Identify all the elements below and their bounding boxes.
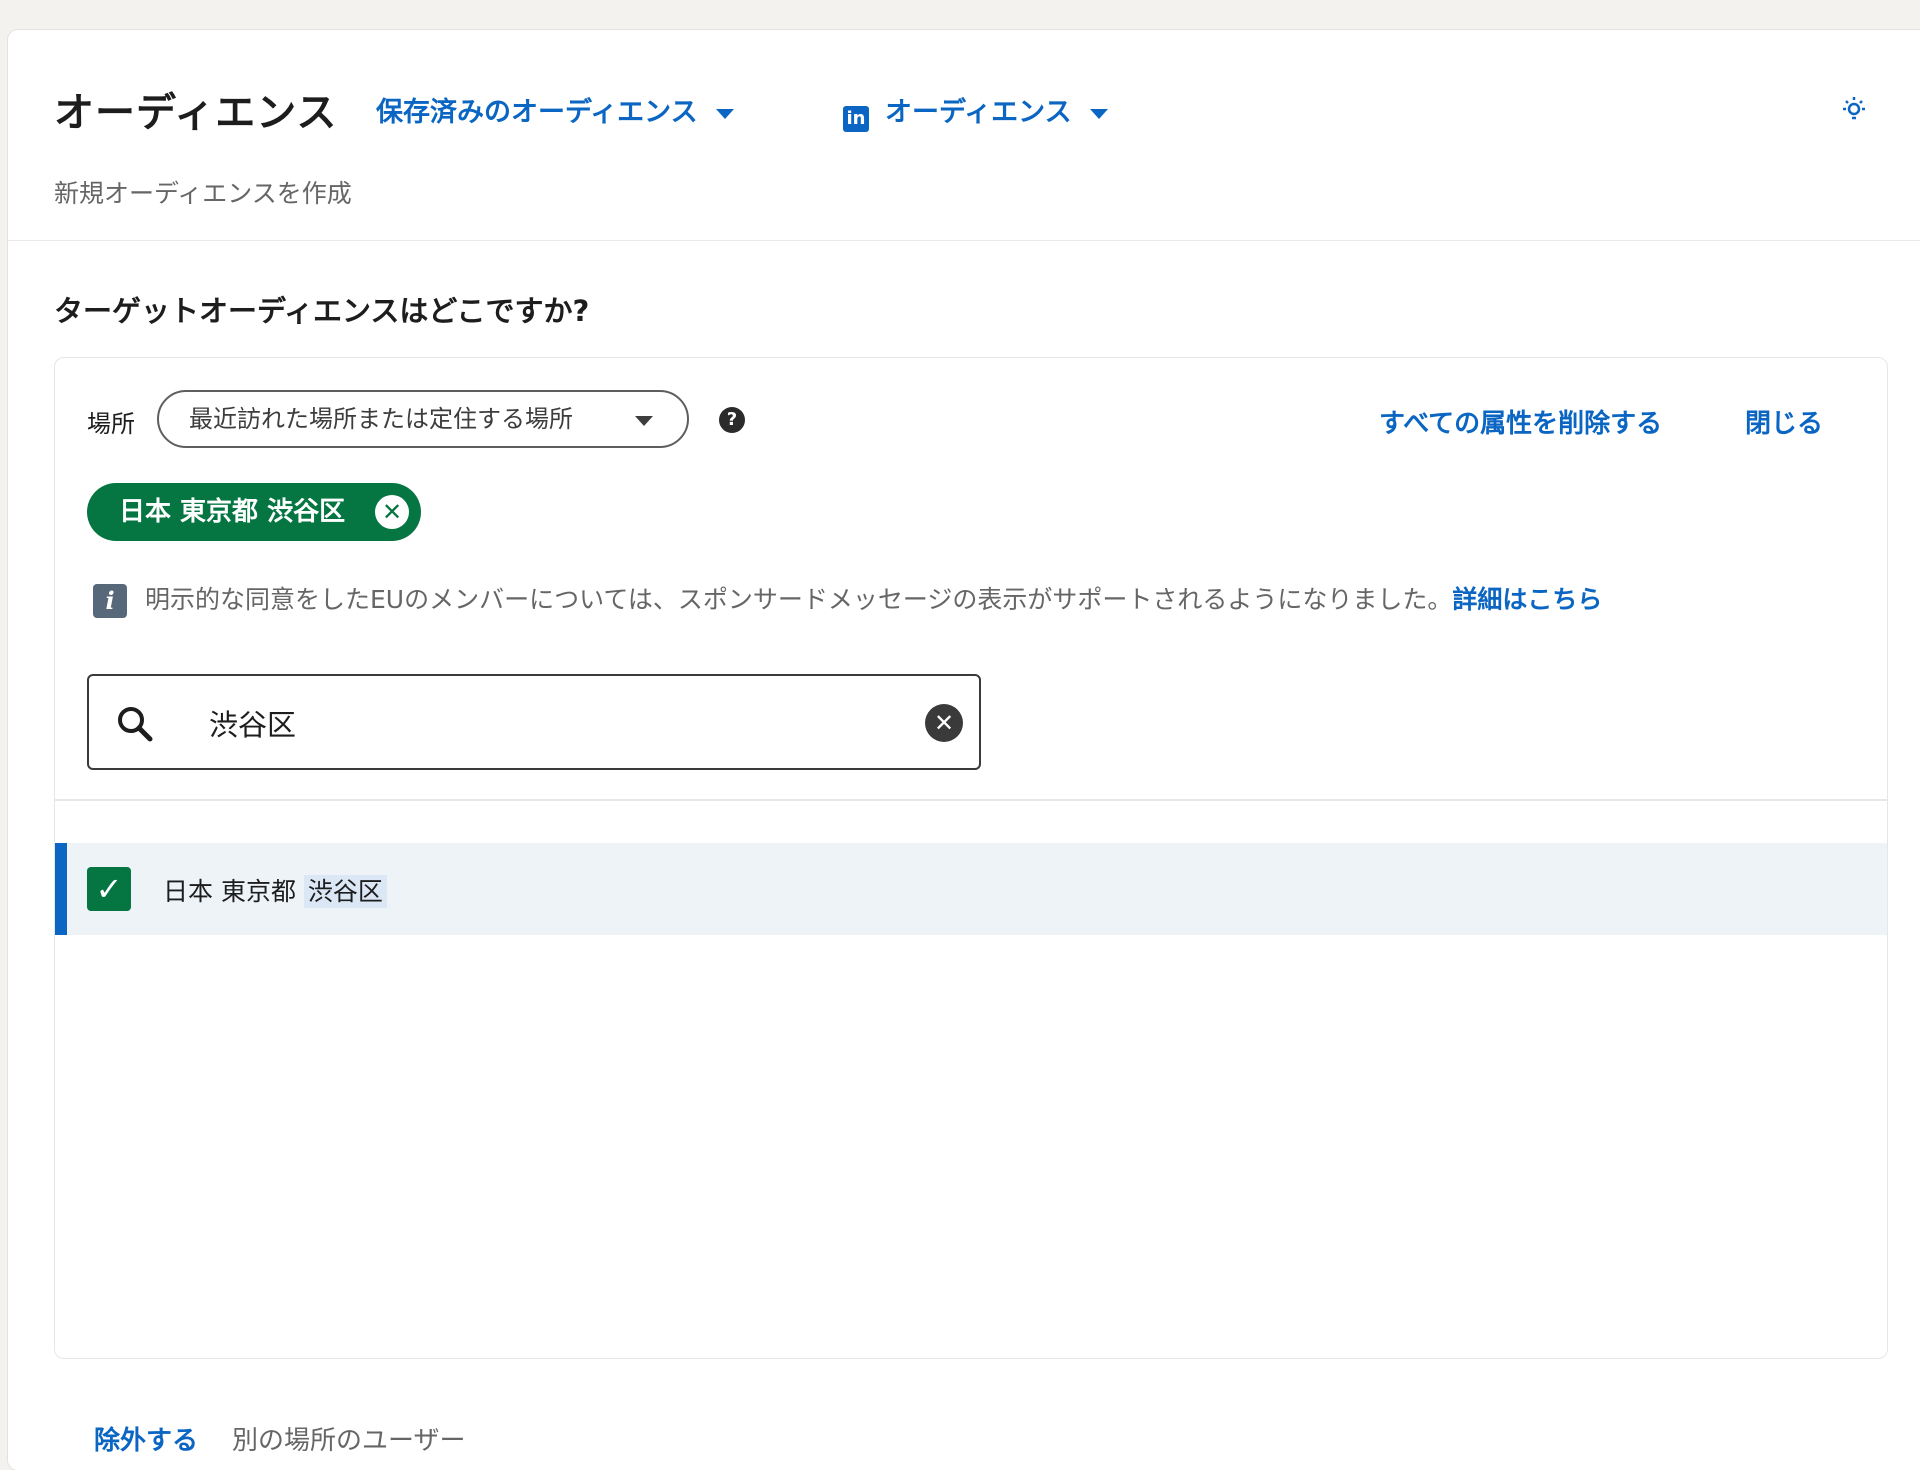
exclude-description: 別の場所のユーザー xyxy=(232,1426,466,1456)
lightbulb-icon[interactable] xyxy=(1840,94,1868,122)
page-subtitle: 新規オーディエンスを作成 xyxy=(54,179,352,208)
search-icon xyxy=(118,707,153,742)
selected-location-pill: 日本 東京都 渋谷区 ✕ xyxy=(87,483,421,541)
location-search-box[interactable]: 渋谷区 ✕ xyxy=(87,674,981,770)
info-icon: i xyxy=(93,584,127,618)
learn-more-link[interactable]: 詳細はこちら xyxy=(1452,585,1602,614)
linkedin-icon: in xyxy=(843,106,869,132)
result-prefix: 日本 東京都 xyxy=(163,877,296,906)
saved-audiences-label: 保存済みのオーディエンス xyxy=(376,97,698,128)
clear-search-icon[interactable]: ✕ xyxy=(925,704,963,742)
remove-all-attributes-link[interactable]: すべての属性を削除する xyxy=(1379,403,1662,440)
location-type-select[interactable]: 最近訪れた場所または定住する場所 xyxy=(157,390,689,448)
page-title: オーディエンス xyxy=(54,90,338,136)
search-result-label: 日本 東京都 渋谷区 xyxy=(163,872,387,908)
location-label: 場所 xyxy=(87,410,135,438)
location-panel: 場所 最近訪れた場所または定住する場所 ? すべての属性を削除する 閉じる 日本… xyxy=(54,357,1888,1359)
close-link[interactable]: 閉じる xyxy=(1745,403,1823,440)
info-notice: i 明示的な同意をしたEUのメンバーについては、スポンサードメッセージの表示がサポ… xyxy=(93,580,1602,618)
chevron-down-icon xyxy=(1089,108,1108,119)
selected-location-label: 日本 東京都 渋谷区 xyxy=(119,497,346,527)
linkedin-audience-label: オーディエンス xyxy=(885,97,1072,128)
checkbox-checked-icon[interactable]: ✓ xyxy=(87,867,131,911)
remove-pill-icon[interactable]: ✕ xyxy=(375,495,409,529)
chevron-down-icon xyxy=(635,416,653,426)
info-text: 明示的な同意をしたEUのメンバーについては、スポンサードメッセージの表示がサポー… xyxy=(145,585,1453,614)
search-input[interactable]: 渋谷区 xyxy=(209,702,296,744)
linkedin-audience-dropdown[interactable]: in オーディエンス xyxy=(843,90,1108,132)
location-type-value: 最近訪れた場所または定住する場所 xyxy=(189,405,573,433)
saved-audiences-dropdown[interactable]: 保存済みのオーディエンス xyxy=(376,90,734,129)
chevron-down-icon xyxy=(715,108,734,119)
result-match-highlight: 渋谷区 xyxy=(303,875,387,908)
audience-card: オーディエンス 保存済みのオーディエンス in オーディエンス 新規オーディエンス… xyxy=(8,30,1920,1470)
header: オーディエンス 保存済みのオーディエンス in オーディエンス 新規オーディエンス… xyxy=(8,30,1920,241)
exclude-link[interactable]: 除外する xyxy=(94,1420,198,1457)
search-result-item[interactable]: ✓ 日本 東京都 渋谷区 xyxy=(55,843,1887,935)
help-icon[interactable]: ? xyxy=(719,407,745,433)
section-heading: ターゲットオーディエンスはどこですか? xyxy=(54,294,590,328)
divider xyxy=(55,799,1887,801)
